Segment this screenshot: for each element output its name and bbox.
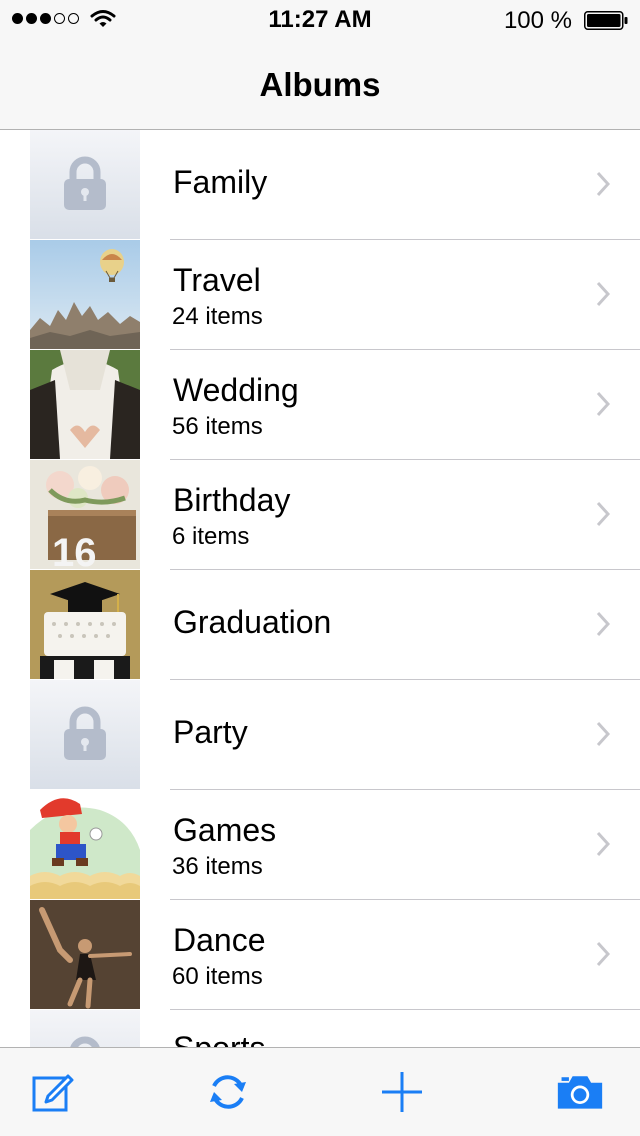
album-thumbnail-lock bbox=[30, 680, 140, 789]
album-thumbnail-graduation bbox=[30, 570, 140, 679]
chevron-right-icon bbox=[596, 721, 610, 747]
page-title: Albums bbox=[259, 66, 381, 103]
album-name: Dance bbox=[173, 922, 266, 958]
album-item-count: 60 items bbox=[172, 963, 263, 990]
refresh-icon bbox=[210, 1075, 246, 1109]
album-item-count: 56 items bbox=[172, 413, 263, 440]
album-name: Family bbox=[173, 164, 268, 200]
album-name: Party bbox=[173, 714, 248, 750]
chevron-right-icon bbox=[596, 281, 610, 307]
chevron-right-icon bbox=[596, 501, 610, 527]
album-name: Games bbox=[173, 812, 277, 848]
album-row-wedding[interactable]: Wedding 56 items bbox=[0, 350, 640, 460]
status-bar: 11:27 AM 100 % bbox=[0, 0, 640, 40]
add-album-button[interactable] bbox=[378, 1070, 426, 1114]
album-name: Wedding bbox=[173, 372, 299, 408]
album-row-travel[interactable]: Travel 24 items bbox=[0, 240, 640, 350]
album-row-games[interactable]: Games 36 items bbox=[0, 790, 640, 900]
bottom-toolbar bbox=[0, 1047, 640, 1136]
album-thumbnail-lock bbox=[30, 130, 140, 239]
album-name: Travel bbox=[173, 262, 261, 298]
album-item-count: 6 items bbox=[172, 523, 250, 550]
chevron-right-icon bbox=[596, 941, 610, 967]
add-icon bbox=[382, 1072, 422, 1112]
album-row-party[interactable]: Party bbox=[0, 680, 640, 790]
album-name: Birthday bbox=[173, 482, 291, 518]
album-thumbnail-travel bbox=[30, 240, 140, 349]
top-bar: 11:27 AM 100 % Albums bbox=[0, 0, 640, 130]
album-thumbnail-birthday: 16 bbox=[30, 460, 140, 569]
svg-text:16: 16 bbox=[52, 531, 97, 569]
album-name: Graduation bbox=[173, 604, 332, 640]
camera-icon bbox=[557, 1076, 603, 1109]
album-row-family[interactable]: Family bbox=[0, 130, 640, 240]
album-name: Sports bbox=[173, 1030, 266, 1048]
album-thumbnail-lock bbox=[30, 1010, 140, 1048]
album-row-sports[interactable]: Sports bbox=[0, 1010, 640, 1048]
chevron-right-icon bbox=[596, 831, 610, 857]
chevron-right-icon bbox=[596, 171, 610, 197]
album-row-birthday[interactable]: 16 Birthday 6 items bbox=[0, 460, 640, 570]
album-thumbnail-dance bbox=[30, 900, 140, 1009]
camera-button[interactable] bbox=[556, 1070, 604, 1114]
album-item-count: 36 items bbox=[172, 853, 263, 880]
album-list[interactable]: Family Travel 24 items Wedding 56 items … bbox=[0, 130, 640, 1048]
chevron-right-icon bbox=[596, 611, 610, 637]
album-item-count: 24 items bbox=[172, 303, 263, 330]
battery-percent: 100 % bbox=[503, 7, 572, 34]
battery-icon bbox=[584, 11, 628, 30]
album-thumbnail-wedding bbox=[30, 350, 140, 459]
album-thumbnail-games bbox=[30, 790, 140, 899]
album-row-graduation[interactable]: Graduation bbox=[0, 570, 640, 680]
chevron-right-icon bbox=[596, 391, 610, 417]
album-row-dance[interactable]: Dance 60 items bbox=[0, 900, 640, 1010]
refresh-button[interactable] bbox=[204, 1070, 252, 1114]
compose-button[interactable] bbox=[28, 1070, 76, 1114]
compose-icon bbox=[32, 1074, 74, 1112]
